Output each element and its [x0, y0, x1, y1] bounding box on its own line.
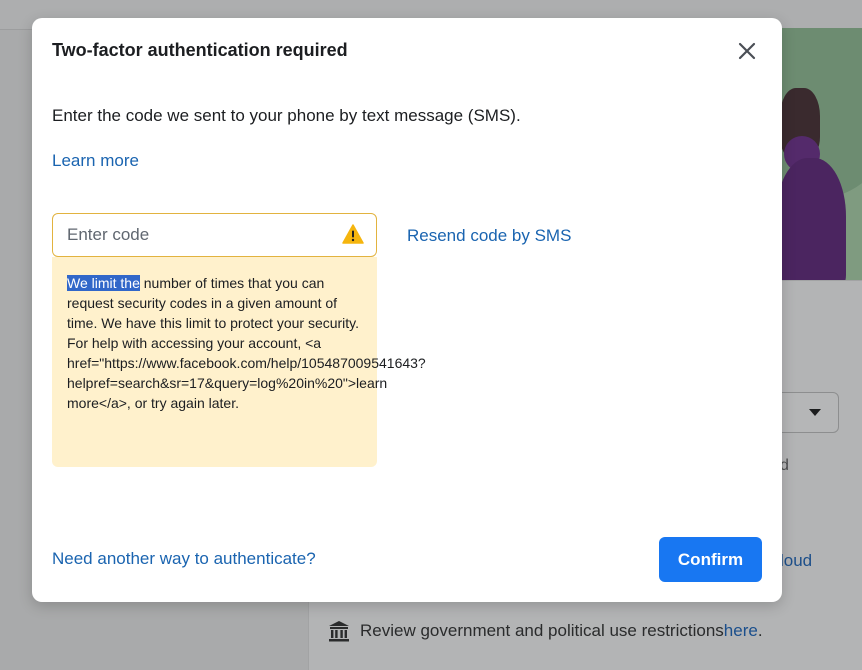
- caret-down-icon: [809, 409, 821, 416]
- review-period: .: [757, 621, 763, 640]
- code-input[interactable]: [53, 214, 333, 256]
- resend-code-link[interactable]: Resend code by SMS: [407, 226, 571, 246]
- bank-icon: [329, 621, 349, 642]
- selected-text: We limit the: [67, 275, 140, 291]
- illustration-figure-body: [776, 158, 846, 280]
- dialog-title: Two-factor authentication required: [52, 40, 348, 60]
- confirm-button[interactable]: Confirm: [659, 537, 762, 582]
- two-factor-dialog: Two-factor authentication required Enter…: [32, 18, 782, 602]
- learn-more-link[interactable]: Learn more: [52, 151, 139, 171]
- warning-triangle-icon: [342, 224, 364, 244]
- background-link-fragment[interactable]: loud: [780, 551, 812, 571]
- rate-limit-warning: We limit the number of times that you ca…: [52, 257, 426, 467]
- warning-text: number of times that you can request sec…: [67, 275, 426, 411]
- review-restrictions-text: Review government and political use rest…: [360, 621, 724, 640]
- code-input-container: [52, 213, 377, 257]
- instructions-text: Enter the code we sent to your phone by …: [52, 106, 521, 125]
- background-review-row: Review government and political use rest…: [328, 620, 763, 642]
- review-here-link[interactable]: here: [724, 621, 758, 641]
- another-way-link[interactable]: Need another way to authenticate?: [52, 549, 316, 569]
- close-icon: [738, 42, 756, 60]
- close-button[interactable]: [732, 36, 762, 66]
